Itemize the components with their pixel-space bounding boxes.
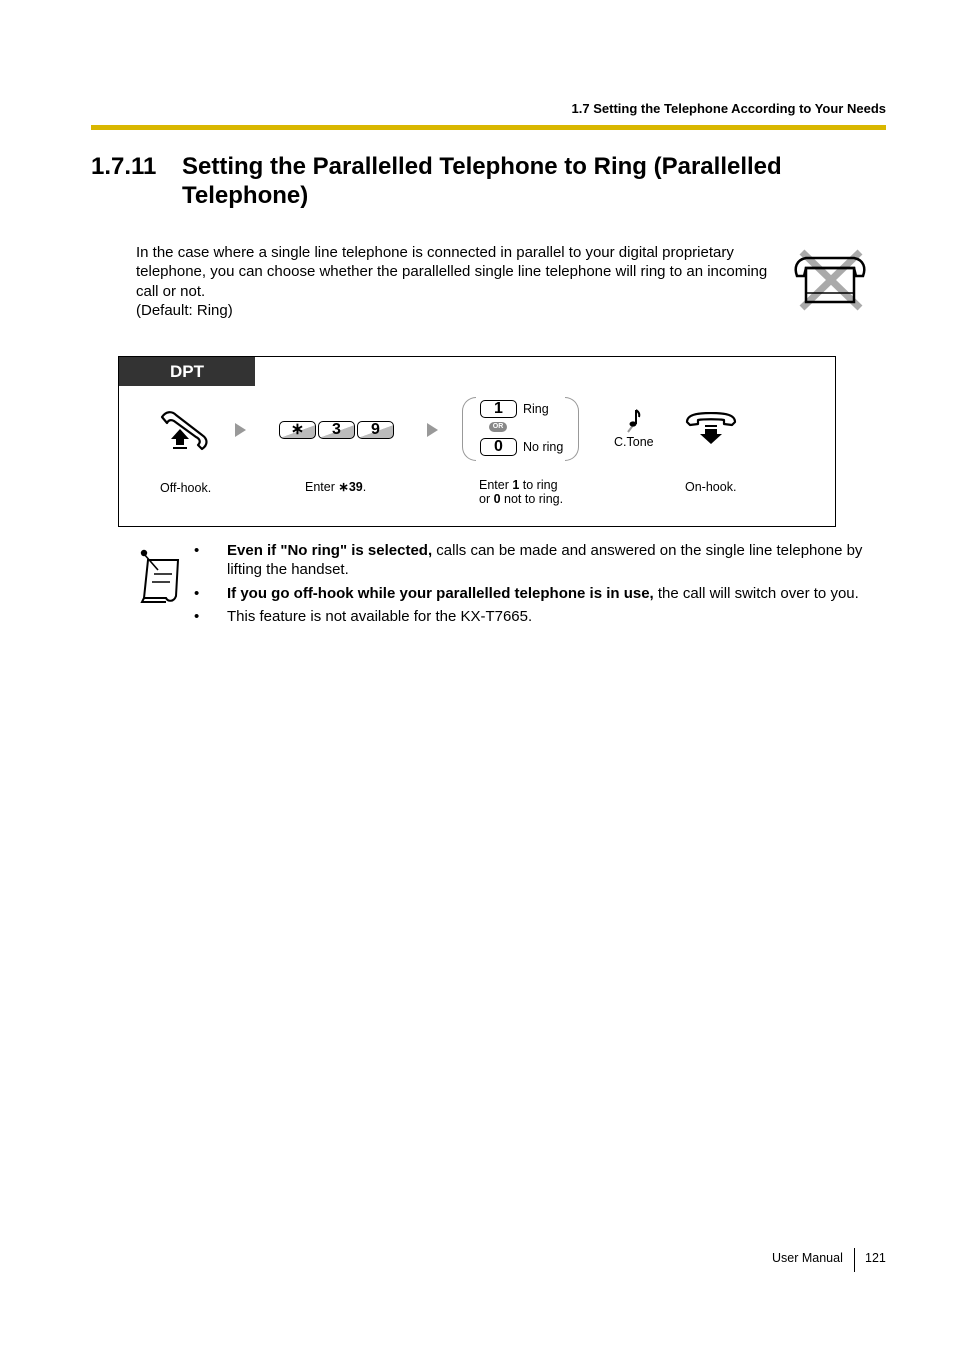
caption-text: to ring [519,478,558,492]
intro-paragraph: In the case where a single line telephon… [136,243,786,320]
footer-divider [854,1248,855,1272]
caption-text: or [479,492,494,506]
note-item: • This feature is not available for the K… [194,607,884,626]
header-rule [91,125,886,130]
key-star: ∗ [279,421,316,439]
bullet: • [194,584,200,602]
caption-period: . [362,480,367,494]
off-hook-handset-icon [160,411,208,451]
options-caption: Enter 1 to ring or 0 not to ring. [479,478,563,506]
no-ring-option-label: No ring [523,440,564,454]
dpt-tag: DPT [119,357,255,386]
note-bold: Even if "No ring" is selected, [227,542,433,559]
confirmation-tone-icon [627,409,641,433]
caption-text: not to ring. [500,492,564,506]
intro-text: In the case where a single line telephon… [136,244,768,300]
caption-text: Enter [479,478,513,492]
note-text: This feature is not available for the KX… [227,607,533,625]
on-hook-handset-icon [685,412,737,444]
section-title-line2: Telephone) [182,182,309,209]
notes-list: • Even if "No ring" is selected, calls ca… [194,541,884,630]
ring-option-label: Ring [523,402,549,416]
off-hook-caption: Off-hook. [160,481,212,495]
note-bold: If you go off-hook while your parallelle… [227,584,654,602]
right-paren [565,397,579,461]
note-item: • If you go off-hook while your parallell… [194,584,884,603]
c-tone-label: C.Tone [614,435,654,449]
caption-code: 39 [348,480,363,494]
key-3: 3 [318,421,355,439]
intro-default: (Default: Ring) [136,301,233,319]
bullet: • [194,542,200,559]
step-arrow-icon [427,423,438,437]
or-badge: OR [489,422,507,432]
key-1: 1 [480,400,517,418]
caption-text: Enter [305,480,339,494]
page-number: 121 [865,1251,886,1265]
section-title-line1: Setting the Parallelled Telephone to Rin… [182,153,782,180]
section-title: 1.7.11 Setting the Parallelled Telephone … [91,152,782,210]
note-text: the call will switch over to you. [653,584,859,602]
on-hook-caption: On-hook. [685,480,737,494]
note-item: • Even if "No ring" is selected, calls ca… [194,541,884,580]
caption-key-0: 0 [493,492,501,506]
crossed-out-telephone-icon [794,249,866,311]
footer-label: User Manual [772,1251,843,1265]
key-9: 9 [357,421,394,439]
star-glyph: ∗ [338,480,349,494]
section-number: 1.7.11 [91,153,157,180]
note-pad-icon [140,549,180,603]
enter-code-caption: Enter ∗39. [305,480,366,494]
step-arrow-icon [235,423,246,437]
bullet: • [194,607,200,625]
left-paren [462,397,476,461]
key-0: 0 [480,438,517,456]
running-header: 1.7 Setting the Telephone According to Y… [571,101,886,116]
